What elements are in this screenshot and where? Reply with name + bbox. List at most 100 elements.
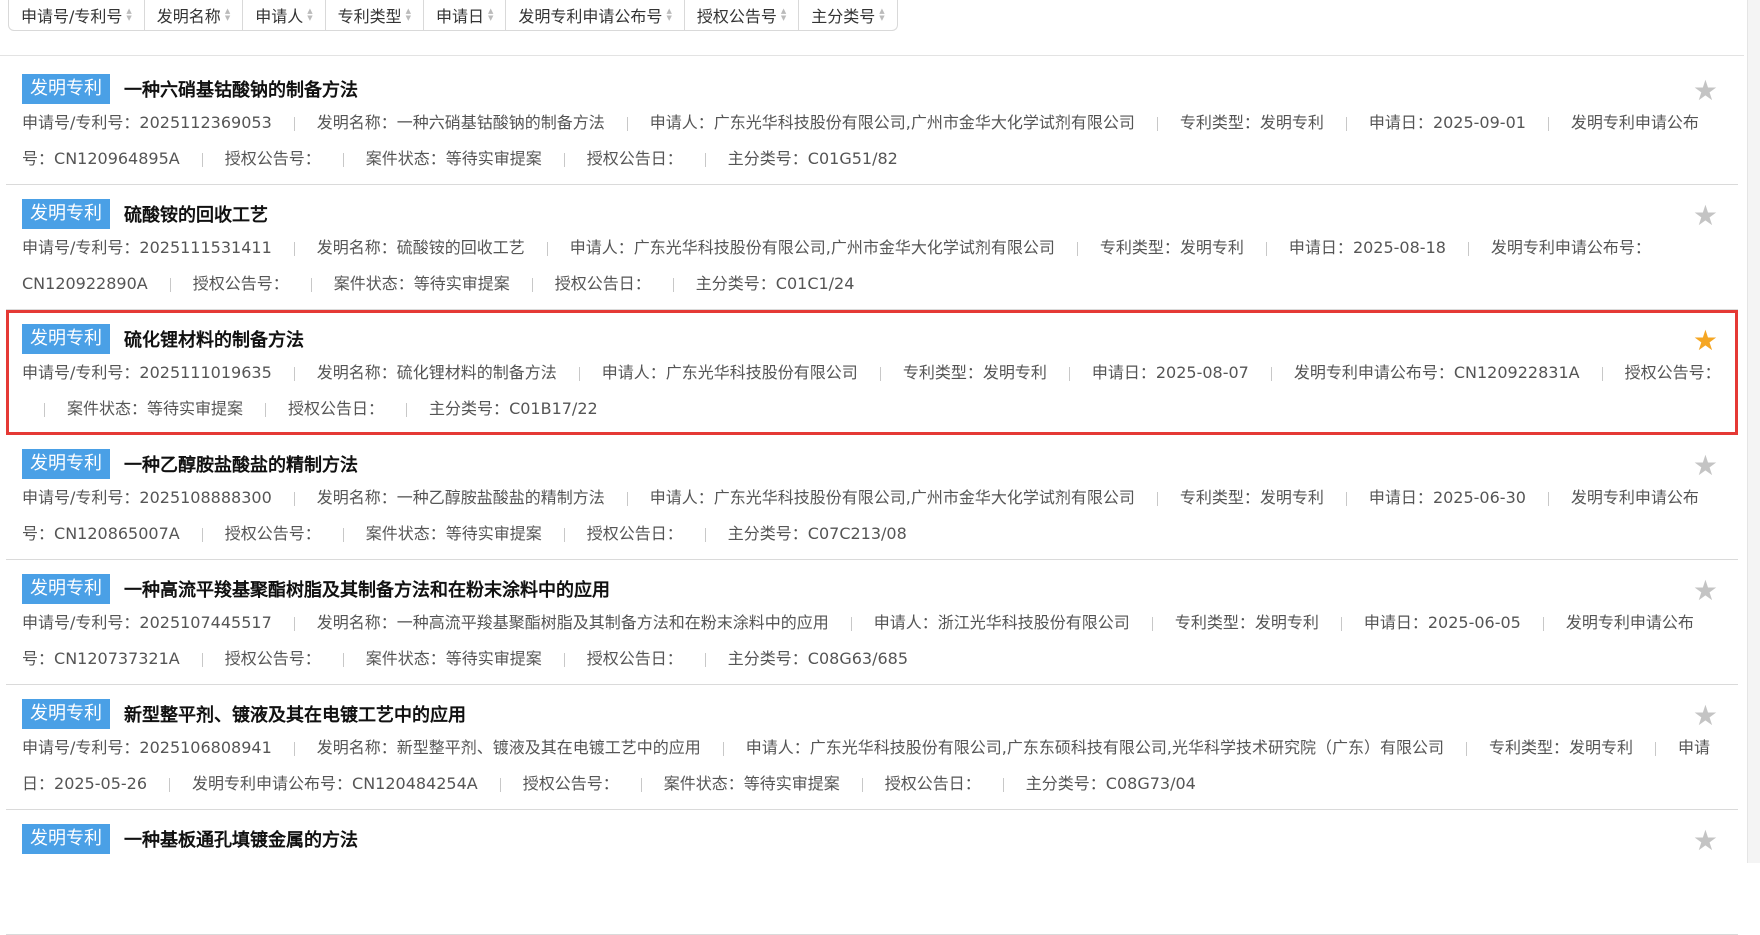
separator: [879, 366, 881, 381]
meta-label: 申请号/专利号：: [22, 613, 140, 632]
meta-label: 申请人：: [649, 113, 714, 132]
meta-label: 案件状态：: [663, 774, 744, 793]
patent-title[interactable]: 硫化锂材料的制备方法: [124, 326, 304, 352]
meta-label: 授权公告号：: [1624, 363, 1721, 382]
patent-item[interactable]: 发明专利 一种乙醇胺盐酸盐的精制方法 ★ 申请号/专利号：2025108888300 发…: [6, 435, 1738, 560]
meta-label: 案件状态：: [333, 274, 414, 293]
meta-label: 专利类型：: [1174, 613, 1255, 632]
star-icon[interactable]: ★: [1693, 699, 1718, 732]
sort-button[interactable]: 发明名称 ▲ ▼: [145, 0, 244, 30]
meta-value: 广东光华科技股份有限公司,广州市金华大化学试剂有限公司: [713, 488, 1135, 507]
separator: [310, 277, 312, 292]
sort-label: 发明名称: [156, 7, 221, 26]
patent-type-badge: 发明专利: [22, 699, 110, 729]
separator: [1467, 241, 1469, 256]
meta-field-grant_date: 授权公告日：: [587, 149, 683, 168]
meta-value: 2025107445517: [139, 613, 272, 632]
star-icon[interactable]: ★: [1693, 449, 1718, 482]
meta-field-date: 申请日：2025-06-05: [1364, 613, 1521, 632]
meta-value: 一种高流平羧基聚酯树脂及其制备方法和在粉末涂料中的应用: [396, 613, 829, 632]
meta-label: 案件状态：: [67, 399, 148, 418]
meta-field-status: 案件状态：等待实审提案: [366, 149, 542, 168]
separator: [563, 152, 565, 167]
separator: [722, 741, 724, 756]
patent-title[interactable]: 硫酸铵的回收工艺: [124, 201, 268, 227]
patent-title[interactable]: 一种基板通孔填镀金属的方法: [124, 826, 358, 852]
sort-button[interactable]: 申请日 ▲ ▼: [424, 0, 507, 30]
meta-label: 发明名称：: [316, 738, 397, 757]
patent-item[interactable]: 发明专利 一种基板通孔填镀金属的方法 ★: [6, 810, 1738, 935]
star-icon[interactable]: ★: [1693, 574, 1718, 607]
patent-title[interactable]: 一种六硝基钴酸钠的制备方法: [124, 76, 358, 102]
patent-meta: 申请号/专利号：2025108888300 发明名称：一种乙醇胺盐酸盐的精制方法 申…: [22, 480, 1724, 552]
star-icon[interactable]: ★: [1693, 199, 1718, 232]
meta-value: C01C1/24: [775, 274, 855, 293]
meta-value: 2025-08-18: [1352, 238, 1446, 257]
meta-field-date: 申请日：2025-08-07: [1092, 363, 1249, 382]
sort-label: 申请人: [255, 7, 304, 26]
meta-value: 发明专利: [1259, 113, 1324, 132]
star-icon[interactable]: ★: [1693, 824, 1718, 857]
meta-label: 申请人：: [745, 738, 810, 757]
meta-value: CN120484254A: [352, 774, 478, 793]
separator: [1542, 616, 1544, 631]
meta-field-grant_date: 授权公告日：: [288, 399, 384, 418]
meta-field-ipc: 主分类号：C08G63/685: [728, 649, 908, 668]
sort-button[interactable]: 发明专利申请公布号 ▲ ▼: [506, 0, 685, 30]
sort-button[interactable]: 主分类号 ▲ ▼: [799, 0, 896, 30]
sort-button[interactable]: 申请号/专利号 ▲ ▼: [9, 0, 145, 30]
patent-type-badge: 发明专利: [22, 449, 110, 479]
meta-value: CN120922831A: [1453, 363, 1580, 382]
meta-value: 发明专利: [1259, 488, 1324, 507]
patent-item[interactable]: 发明专利 一种高流平羧基聚酯树脂及其制备方法和在粉末涂料中的应用 ★ 申请号/专利号：…: [6, 560, 1738, 685]
meta-value: C01B17/22: [509, 399, 598, 418]
patent-title[interactable]: 一种乙醇胺盐酸盐的精制方法: [124, 451, 358, 477]
sort-label: 申请号/专利号: [21, 7, 123, 26]
meta-label: 授权公告日：: [586, 649, 683, 668]
meta-field-name: 发明名称：一种高流平羧基聚酯树脂及其制备方法和在粉末涂料中的应用: [317, 613, 829, 632]
separator: [342, 652, 344, 667]
meta-label: 发明专利申请公布号：: [1490, 238, 1651, 257]
separator: [342, 527, 344, 542]
sort-button[interactable]: 申请人 ▲ ▼: [243, 0, 326, 30]
separator: [201, 652, 203, 667]
sort-arrows-icon: ▲ ▼: [666, 7, 672, 22]
patent-item[interactable]: 发明专利 硫酸铵的回收工艺 ★ 申请号/专利号：2025111531411 发明名称：硫…: [6, 185, 1738, 310]
meta-field-grant_no: 授权公告号：: [193, 274, 289, 293]
meta-value: CN120737321A: [54, 649, 180, 668]
meta-value: CN120964895A: [54, 149, 180, 168]
separator: [563, 652, 565, 667]
meta-field-name: 发明名称：硫酸铵的回收工艺: [317, 238, 525, 257]
sort-label: 发明专利申请公布号: [518, 7, 663, 26]
meta-label: 发明名称：: [316, 488, 397, 507]
patent-meta: 申请号/专利号：2025111019635 发明名称：硫化锂材料的制备方法 申请人：…: [22, 355, 1724, 427]
meta-field-type: 专利类型：发明专利: [1180, 488, 1324, 507]
meta-label: 授权公告号：: [192, 274, 289, 293]
patent-item[interactable]: 发明专利 新型整平剂、镀液及其在电镀工艺中的应用 ★ 申请号/专利号：20251068…: [6, 685, 1738, 810]
star-icon[interactable]: ★: [1693, 324, 1718, 357]
meta-label: 专利类型：: [902, 363, 983, 382]
meta-field-status: 案件状态：等待实审提案: [334, 274, 510, 293]
meta-field-pub_no: 发明专利申请公布号：CN120922831A: [1294, 363, 1580, 382]
patent-meta: 申请号/专利号：2025111531411 发明名称：硫酸铵的回收工艺 申请人：广东…: [22, 230, 1724, 302]
meta-value: 发明专利: [1254, 613, 1319, 632]
sort-label: 授权公告号: [696, 7, 777, 26]
meta-label: 授权公告号：: [224, 524, 321, 543]
patent-title[interactable]: 新型整平剂、镀液及其在电镀工艺中的应用: [124, 701, 466, 727]
separator: [1270, 366, 1272, 381]
sort-button[interactable]: 专利类型 ▲ ▼: [326, 0, 425, 30]
patent-item[interactable]: 发明专利 一种六硝基钴酸钠的制备方法 ★ 申请号/专利号：2025112369053 发…: [6, 60, 1738, 185]
sort-button[interactable]: 授权公告号 ▲ ▼: [685, 0, 800, 30]
separator: [1547, 116, 1549, 131]
patent-title[interactable]: 一种高流平羧基聚酯树脂及其制备方法和在粉末涂料中的应用: [124, 576, 610, 602]
meta-label: 发明专利申请公布号：: [1293, 363, 1454, 382]
meta-label: 发明名称：: [316, 363, 397, 382]
star-icon[interactable]: ★: [1693, 74, 1718, 107]
separator: [1156, 491, 1158, 506]
separator: [1002, 777, 1004, 792]
meta-field-status: 案件状态：等待实审提案: [67, 399, 243, 418]
scrollbar[interactable]: [1747, 0, 1760, 863]
meta-value: 2025-06-05: [1427, 613, 1521, 632]
patent-item[interactable]: 发明专利 硫化锂材料的制备方法 ★ 申请号/专利号：2025111019635 发明名称…: [6, 310, 1738, 435]
separator: [626, 116, 628, 131]
